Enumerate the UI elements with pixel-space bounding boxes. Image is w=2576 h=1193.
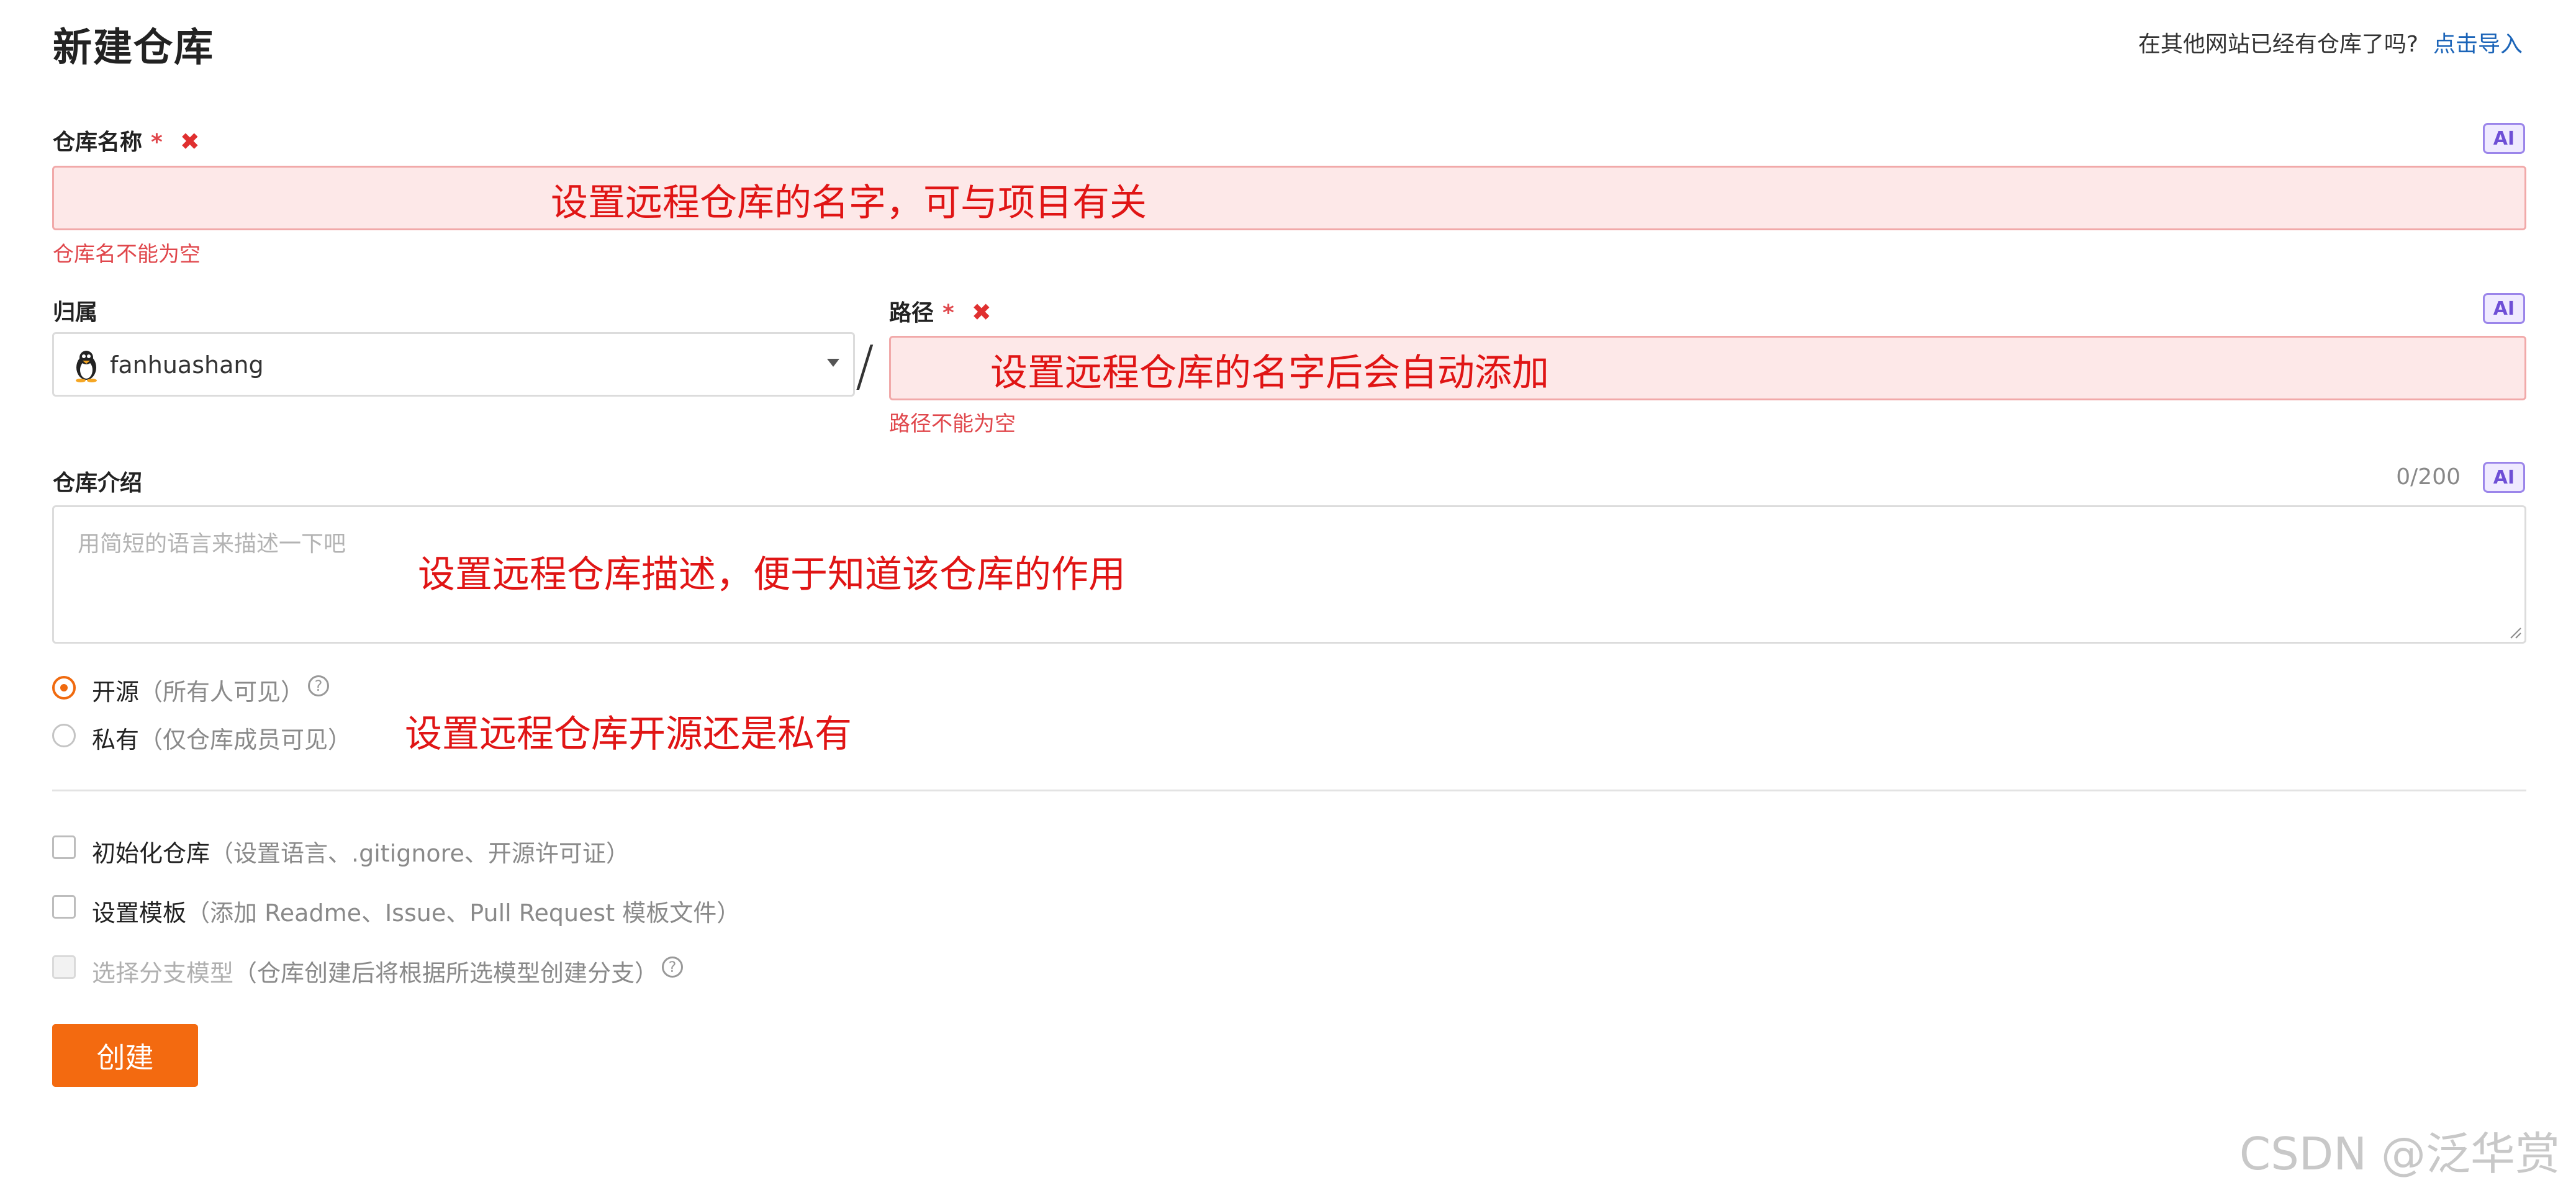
penguin-avatar-icon — [76, 351, 97, 382]
import-prompt-text: 在其他网站已经有仓库了吗? — [2138, 32, 2418, 57]
option-hint: （仓库创建后将根据所选模型创建分支） — [233, 960, 659, 987]
visibility-option-public: 开源（所有人可见） — [92, 673, 304, 707]
radio-private[interactable] — [52, 724, 76, 747]
path-error: 路径不能为空 — [889, 412, 1016, 436]
close-x-icon: ✖ — [971, 299, 992, 326]
option-label: 私有 — [92, 726, 140, 754]
option-label: 初始化仓库 — [92, 840, 210, 867]
resize-handle-icon[interactable] — [2507, 624, 2522, 639]
ai-assist-button[interactable]: AI — [2483, 123, 2525, 154]
checkbox-branch-model — [52, 955, 76, 979]
repo-name-label-text: 仓库名称 — [53, 130, 143, 155]
option-hint: （设置语言、.gitignore、开源许可证） — [210, 840, 630, 867]
ai-assist-button[interactable]: AI — [2483, 462, 2525, 493]
radio-public[interactable] — [52, 676, 76, 700]
description-textarea[interactable]: 用简短的语言来描述一下吧 设置远程仓库描述，便于知道该仓库的作用 — [52, 505, 2526, 644]
option-init-repo: 初始化仓库（设置语言、.gitignore、开源许可证） — [92, 834, 630, 868]
repo-name-error: 仓库名不能为空 — [53, 242, 201, 267]
create-button[interactable]: 创建 — [52, 1024, 198, 1087]
question-circle-icon[interactable]: ? — [308, 675, 329, 696]
path-label: 路径 * ✖ — [889, 295, 992, 327]
page-title: 新建仓库 — [53, 25, 214, 70]
visibility-option-private: 私有（仅仓库成员可见） — [92, 721, 351, 755]
description-placeholder: 用简短的语言来描述一下吧 — [78, 531, 346, 557]
repo-name-annotation: 设置远程仓库的名字，可与项目有关 — [551, 181, 1147, 225]
divider — [52, 790, 2526, 791]
required-mark: * — [942, 300, 954, 326]
repo-name-label: 仓库名称 * ✖ — [53, 124, 200, 156]
option-label: 设置模板 — [92, 899, 187, 927]
path-separator: / — [856, 334, 874, 398]
owner-select[interactable]: fanhuashang — [52, 332, 855, 397]
option-hint: （添加 Readme、Issue、Pull Request 模板文件） — [186, 899, 741, 927]
checkbox-template[interactable] — [52, 895, 76, 919]
repo-name-input[interactable]: 设置远程仓库的名字，可与项目有关 — [52, 166, 2526, 230]
option-hint: （仅仓库成员可见） — [139, 726, 352, 754]
import-link[interactable]: 点击导入 — [2433, 32, 2523, 57]
close-x-icon: ✖ — [179, 128, 200, 155]
path-input[interactable]: 设置远程仓库的名字后会自动添加 — [889, 336, 2526, 400]
path-annotation: 设置远程仓库的名字后会自动添加 — [990, 351, 1549, 395]
import-prompt: 在其他网站已经有仓库了吗? 点击导入 — [2138, 26, 2523, 58]
option-template: 设置模板（添加 Readme、Issue、Pull Request 模板文件） — [92, 894, 740, 928]
description-annotation: 设置远程仓库描述，便于知道该仓库的作用 — [418, 553, 1126, 596]
option-label: 选择分支模型 — [92, 960, 234, 987]
chevron-down-icon — [827, 359, 839, 367]
watermark: CSDN @泛华赏 — [2239, 1128, 2560, 1180]
option-hint: （所有人可见） — [139, 678, 305, 706]
checkbox-init-repo[interactable] — [52, 835, 76, 859]
path-label-text: 路径 — [889, 300, 934, 326]
owner-value: fanhuashang — [110, 351, 264, 379]
ai-assist-button[interactable]: AI — [2483, 293, 2525, 324]
required-mark: * — [151, 130, 163, 155]
visibility-annotation: 设置远程仓库开源还是私有 — [405, 713, 852, 756]
description-label: 仓库介绍 — [53, 470, 143, 496]
option-branch-model: 选择分支模型（仓库创建后将根据所选模型创建分支） — [92, 954, 658, 988]
option-label: 开源 — [92, 678, 140, 706]
owner-label: 归属 — [53, 300, 98, 325]
question-circle-icon[interactable]: ? — [662, 957, 683, 978]
char-counter: 0/200 — [2396, 464, 2461, 490]
